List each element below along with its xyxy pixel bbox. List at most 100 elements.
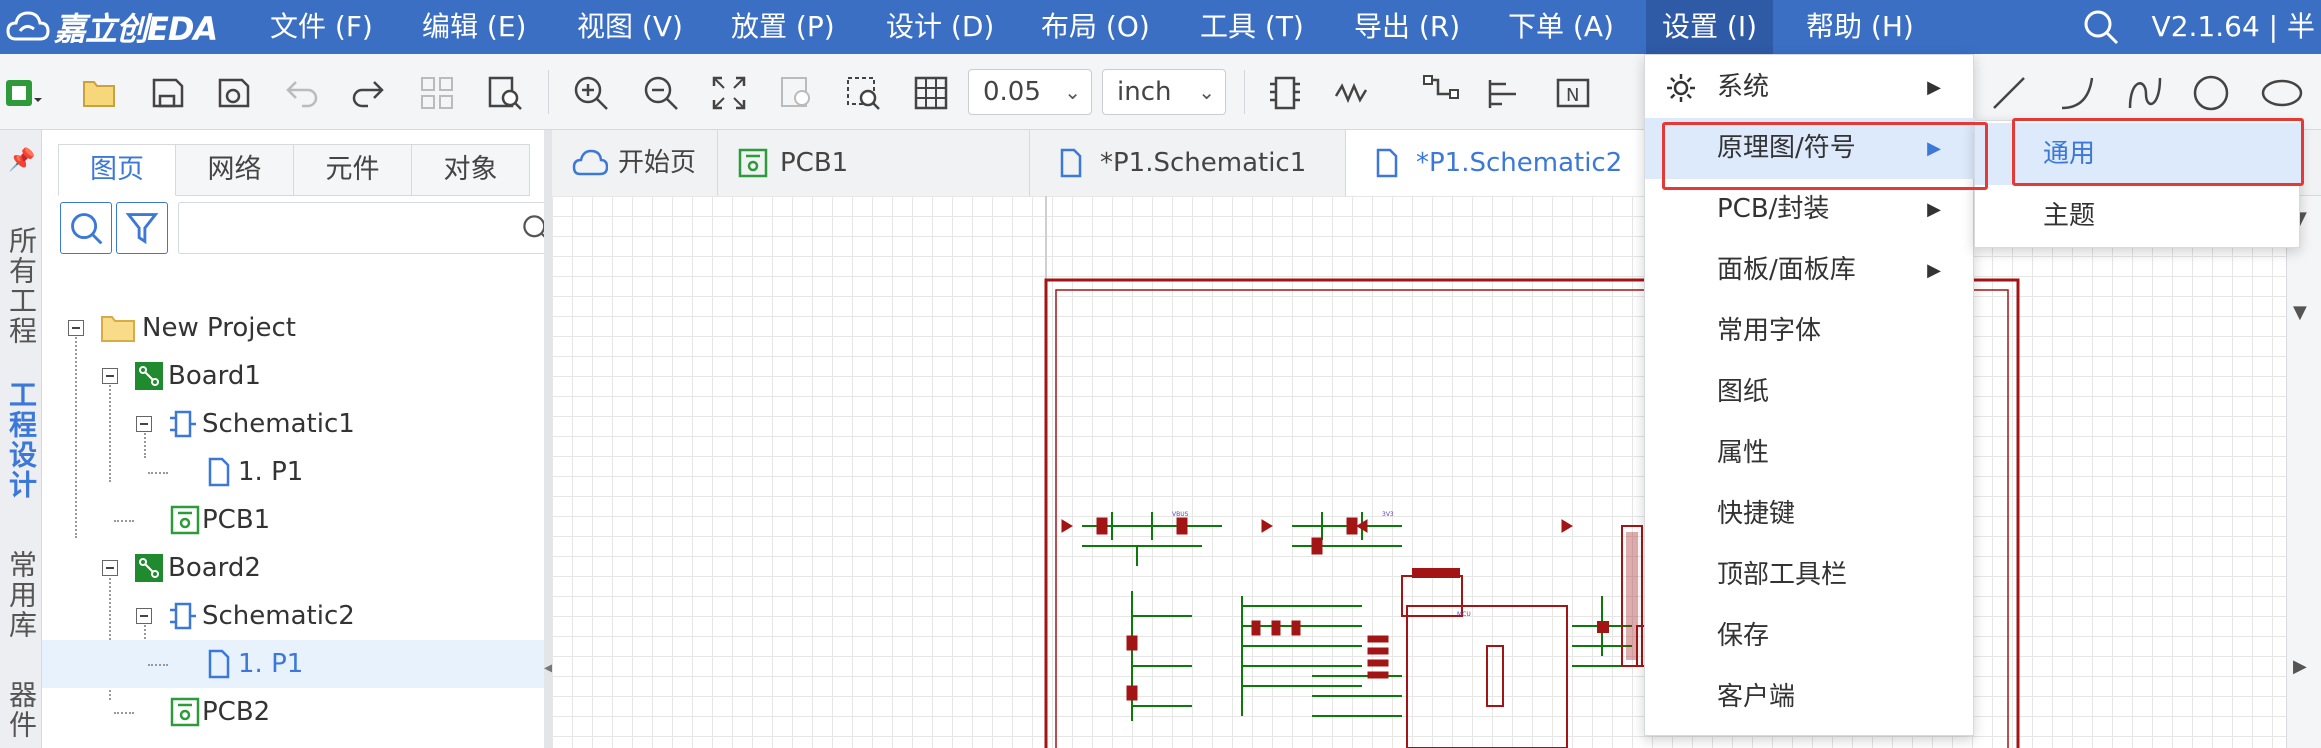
- grid-size-select[interactable]: 0.05 ⌄: [968, 69, 1092, 115]
- doc-icon: [1060, 148, 1082, 178]
- new-icon[interactable]: [4, 74, 42, 112]
- ellipse-icon[interactable]: [2260, 74, 2304, 112]
- filter-button[interactable]: [116, 202, 168, 254]
- collapse-icon[interactable]: [102, 368, 118, 384]
- menu-item-shortcuts[interactable]: 快捷键: [1645, 484, 1975, 545]
- wire-icon[interactable]: [1334, 74, 1372, 112]
- submenu-item-theme[interactable]: 主题: [1975, 185, 2301, 247]
- svg-text:N: N: [1566, 85, 1579, 106]
- menu-settings[interactable]: 设置 (I): [1646, 0, 1774, 54]
- tab-schematic1[interactable]: *P1.Schematic1: [1030, 130, 1346, 196]
- unit-select[interactable]: inch ⌄: [1102, 69, 1226, 115]
- pin-icon[interactable]: 📌: [8, 148, 35, 173]
- menu-export[interactable]: 导出 (R): [1354, 0, 1460, 54]
- menu-file[interactable]: 文件 (F): [270, 0, 373, 54]
- grid-icon[interactable]: [912, 74, 950, 112]
- tree-item-board2[interactable]: Board2: [42, 544, 552, 592]
- menu-item-common-fonts[interactable]: 常用字体: [1645, 301, 1975, 362]
- bus-icon[interactable]: [1422, 74, 1460, 112]
- menu-view[interactable]: 视图 (V): [577, 0, 683, 54]
- menu-item-client[interactable]: 客户端: [1645, 667, 1975, 728]
- netlabel-icon[interactable]: [1486, 74, 1524, 112]
- menu-item-schematic-symbol[interactable]: 原理图/符号 ▶: [1645, 118, 1975, 179]
- vtab-devices[interactable]: 器件: [0, 680, 42, 746]
- gear-icon: [1667, 74, 1695, 102]
- svg-text:MCU: MCU: [1457, 611, 1471, 618]
- project-panel: 图页 网络 元件 对象 New Project Board1 Schematic…: [42, 130, 564, 748]
- menu-place[interactable]: 放置 (P): [731, 0, 835, 54]
- vtab-common-library[interactable]: 常用库: [0, 550, 42, 646]
- collapse-icon[interactable]: [102, 560, 118, 576]
- component-icon[interactable]: [1266, 74, 1304, 112]
- menu-item-panel-library[interactable]: 面板/面板库 ▶: [1645, 240, 1975, 301]
- unit-value: inch: [1117, 77, 1172, 107]
- menu-order[interactable]: 下单 (A): [1508, 0, 1614, 54]
- save-icon[interactable]: [148, 74, 186, 112]
- open-folder-icon[interactable]: [80, 74, 118, 112]
- expand-arrow-icon[interactable]: ▼: [2293, 302, 2307, 323]
- menu-tools[interactable]: 工具 (T): [1200, 0, 1304, 54]
- menu-layout[interactable]: 布局 (O): [1041, 0, 1150, 54]
- zoom-selection-icon[interactable]: [778, 74, 816, 112]
- tab-start-page[interactable]: 开始页: [552, 130, 718, 196]
- menu-item-label: 保存: [1717, 621, 1770, 651]
- netport-icon[interactable]: N: [1554, 74, 1592, 112]
- tree-item-pcb2[interactable]: PCB2: [42, 688, 552, 736]
- tab-schematic2[interactable]: *P1.Schematic2: [1346, 130, 1646, 196]
- tree-item-project[interactable]: New Project: [42, 304, 552, 352]
- menu-design[interactable]: 设计 (D): [886, 0, 994, 54]
- collapse-icon[interactable]: [136, 416, 152, 432]
- search-button[interactable]: [60, 202, 112, 254]
- fit-icon[interactable]: [710, 74, 748, 112]
- tree-item-page[interactable]: 1. P1: [42, 448, 552, 496]
- tree-item-pcb1[interactable]: PCB1: [42, 496, 552, 544]
- search-icon[interactable]: [2082, 8, 2120, 46]
- undo-icon[interactable]: [284, 74, 322, 112]
- settings-menu: 系统 ▶ 原理图/符号 ▶ PCB/封装 ▶ 面板/面板库 ▶ 常用字体 图纸 …: [1644, 54, 1975, 736]
- redo-icon[interactable]: [348, 74, 386, 112]
- menu-help[interactable]: 帮助 (H): [1806, 0, 1914, 54]
- tree-connector: [114, 520, 134, 522]
- menu-item-pcb-footprint[interactable]: PCB/封装 ▶: [1645, 179, 1975, 240]
- menu-item-save[interactable]: 保存: [1645, 606, 1975, 667]
- menu-edit[interactable]: 编辑 (E): [422, 0, 526, 54]
- vtab-project-design[interactable]: 工程设计: [0, 380, 42, 506]
- collapse-icon[interactable]: [68, 320, 84, 336]
- menu-item-top-toolbar[interactable]: 顶部工具栏: [1645, 545, 1975, 606]
- panel-search-input[interactable]: [178, 202, 564, 254]
- vtab-all-projects[interactable]: 所有工程: [0, 226, 42, 352]
- align-grid-icon[interactable]: [418, 74, 456, 112]
- filter-icon: [125, 213, 159, 245]
- tab-components[interactable]: 元件: [294, 144, 412, 196]
- expand-arrow-icon[interactable]: ▶: [2293, 656, 2307, 677]
- tab-nets[interactable]: 网络: [176, 144, 294, 196]
- zoom-in-icon[interactable]: [572, 74, 610, 112]
- find-icon[interactable]: [486, 74, 524, 112]
- arc-icon[interactable]: [2058, 74, 2096, 112]
- menu-item-properties[interactable]: 属性: [1645, 423, 1975, 484]
- zoom-out-icon[interactable]: [642, 74, 680, 112]
- panel-splitter[interactable]: ◀: [544, 130, 555, 748]
- menu-item-drawing-sheet[interactable]: 图纸: [1645, 362, 1975, 423]
- vertical-side-tabs: 📌 所有工程 工程设计 常用库 器件: [0, 130, 42, 748]
- folder-icon: [101, 316, 135, 342]
- schematic-canvas[interactable]: VBUS 3V3 MCU: [552, 196, 2321, 748]
- schematic-icon: [170, 410, 196, 438]
- menu-item-system[interactable]: 系统 ▶: [1645, 57, 1975, 118]
- zoom-area-icon[interactable]: [844, 74, 882, 112]
- tree-item-schematic1[interactable]: Schematic1: [42, 400, 552, 448]
- collapse-icon[interactable]: [136, 608, 152, 624]
- submenu-item-general[interactable]: 通用: [1975, 123, 2301, 185]
- menu-item-label: 系统: [1717, 72, 1770, 102]
- tree-item-page-selected[interactable]: 1. P1: [42, 640, 552, 688]
- tab-objects[interactable]: 对象: [412, 144, 530, 196]
- bezier-icon[interactable]: [2126, 74, 2164, 112]
- tab-pages[interactable]: 图页: [58, 144, 176, 196]
- line-icon[interactable]: [1990, 74, 2028, 112]
- tree-item-schematic2[interactable]: Schematic2: [42, 592, 552, 640]
- app-logo[interactable]: 嘉立创EDA: [6, 6, 218, 48]
- save-version-icon[interactable]: [214, 74, 252, 112]
- tab-pcb1[interactable]: PCB1: [718, 130, 1030, 196]
- circle-icon[interactable]: [2192, 74, 2230, 112]
- tree-item-board1[interactable]: Board1: [42, 352, 552, 400]
